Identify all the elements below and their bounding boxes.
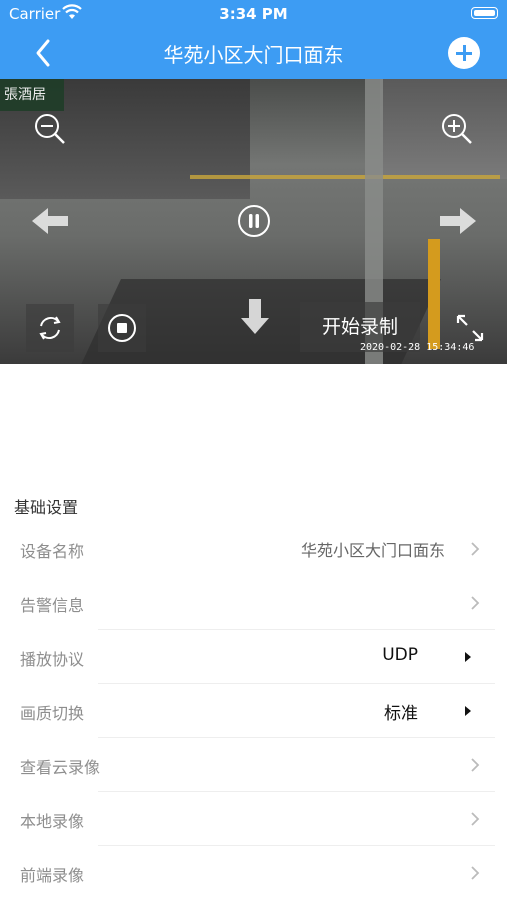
pause-icon[interactable]: [237, 204, 271, 238]
video-scene-barrier: [428, 239, 440, 349]
setting-label: 告警信息: [20, 596, 85, 615]
video-timestamp: 2020-02-28 15:34:46: [360, 342, 475, 353]
status-bar: Carrier 3:34 PM: [0, 0, 507, 28]
status-time: 3:34 PM: [219, 5, 288, 23]
setting-row-device-name[interactable]: 设备名称 华苑小区大门口面东: [0, 522, 507, 576]
section-title: 基础设置: [14, 498, 79, 517]
setting-label: 前端录像: [20, 866, 85, 885]
setting-label: 查看云录像: [20, 758, 101, 777]
setting-label: 本地录像: [20, 812, 85, 831]
setting-value: 华苑小区大门口面东: [300, 541, 445, 560]
chevron-right-icon: [471, 758, 480, 772]
dropdown-triangle-icon: [465, 652, 471, 662]
setting-label: 播放协议: [20, 650, 85, 669]
setting-row-protocol[interactable]: 播放协议 UDP: [0, 630, 507, 684]
setting-row-cloud-recording[interactable]: 查看云录像: [0, 738, 507, 792]
battery-icon: [471, 7, 498, 19]
chevron-right-icon: [471, 812, 480, 826]
setting-row-device-recording[interactable]: 前端录像: [0, 846, 507, 900]
setting-value: UDP: [382, 645, 418, 665]
dropdown-triangle-icon: [465, 706, 471, 716]
setting-row-local-recording[interactable]: 本地录像: [0, 792, 507, 846]
setting-label: 画质切换: [20, 704, 85, 723]
arrow-down-icon[interactable]: [238, 297, 272, 335]
chevron-right-icon: [471, 596, 480, 610]
page-title: 华苑小区大门口面东: [163, 43, 344, 67]
setting-row-quality[interactable]: 画质切换 标准: [0, 684, 507, 738]
video-scene-road-line: [190, 175, 500, 179]
zoom-out-icon[interactable]: [33, 112, 67, 146]
setting-value: 标准: [384, 704, 418, 724]
rotate-icon[interactable]: [26, 304, 74, 352]
add-icon[interactable]: [448, 37, 480, 69]
nav-header: Carrier 3:34 PM 华苑小区大门口面东: [0, 0, 507, 79]
video-player[interactable]: 張酒居 开始录制 2020-02-28 15:34:46: [0, 79, 507, 364]
chevron-right-icon: [471, 866, 480, 880]
setting-label: 设备名称: [20, 542, 85, 561]
stop-icon[interactable]: [98, 304, 146, 352]
video-shop-sign: 張酒居: [0, 79, 64, 111]
fullscreen-icon[interactable]: [455, 313, 485, 343]
arrow-left-icon[interactable]: [30, 205, 70, 237]
zoom-in-icon[interactable]: [440, 112, 474, 146]
chevron-right-icon: [471, 542, 480, 556]
arrow-right-icon[interactable]: [438, 205, 478, 237]
setting-row-alarm-info[interactable]: 告警信息: [0, 576, 507, 630]
